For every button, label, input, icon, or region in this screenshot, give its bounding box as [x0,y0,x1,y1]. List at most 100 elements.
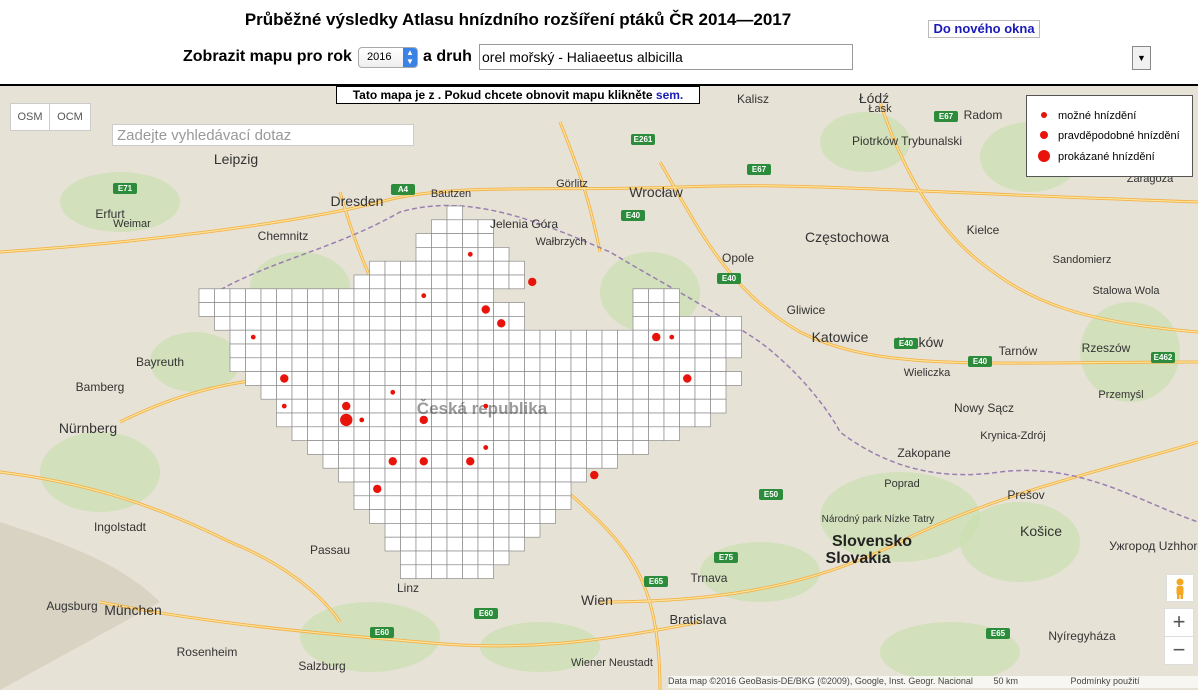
grid-cell [663,357,680,372]
grid-cell [524,385,541,400]
grid-cell [446,205,463,221]
grid-cell [384,316,401,331]
grid-cell [229,288,246,303]
city-label: Częstochowa [805,229,889,245]
map-notice: Tato mapa je z . Pokud chcete obnovit ma… [336,86,700,104]
map-canvas[interactable]: Leipzig Dresden Chemnitz Erfurt Weimar Bautze… [0,84,1198,690]
grid-cell [431,260,448,276]
legend-label: prokázané hnízdění [1058,151,1155,163]
grid-cell [710,398,727,414]
grid-cell [446,274,463,290]
forest-area [40,432,160,512]
city-label: Ingolstadt [94,520,147,534]
grid-cell [462,550,479,566]
grid-cell [663,302,680,317]
grid-cell [431,495,448,510]
grid-cell [462,536,479,552]
grid-cell [415,329,432,345]
search-input[interactable]: Zadejte vyhledávací dotaz [112,124,414,146]
grid-cell [322,440,339,455]
grid-cell [400,398,417,414]
stepper-icon: ▲ ▼ [403,48,417,67]
grid-cell [384,536,401,552]
grid-cell [601,398,618,414]
grid-cell [493,495,510,510]
grid-cell [493,385,510,400]
grid-cell [353,288,370,303]
city-label: Košice [1020,523,1062,539]
observation-dot [388,457,397,466]
grid-cell [539,329,556,345]
grid-cell [322,398,339,414]
grid-cell [307,385,324,400]
grid-cell [446,385,463,400]
species-select[interactable]: orel mořský - Haliaeetus albicilla ▼ [479,44,1151,70]
grid-cell [663,288,680,303]
year-select[interactable]: 2016 ▲ ▼ [358,47,418,68]
grid-cell [338,454,355,469]
grid-cell [415,523,432,538]
grid-cell [369,509,386,524]
year-select-value: 2016 [367,51,392,63]
grid-cell [446,247,463,262]
observation-dot [419,457,428,466]
zoom-in-button[interactable]: + [1164,608,1194,637]
grid-cell [431,481,448,497]
grid-cell [446,564,463,579]
grid-cell [431,536,448,552]
grid-cell [477,523,494,538]
grid-cell [369,260,386,276]
refresh-map-link[interactable]: sem. [656,88,683,102]
grid-cell [462,385,479,400]
map-legend: možné hnízdění pravděpodobné hnízdění pr… [1026,95,1193,177]
new-window-button[interactable]: Do nového okna [928,20,1040,38]
grid-cell [632,316,649,331]
grid-cell [229,329,246,345]
observation-dot [483,445,489,450]
grid-cell [570,329,587,345]
grid-cell [477,467,494,483]
grid-cell [493,247,510,262]
grid-cell [431,329,448,345]
terms-link[interactable]: Podmínky použití [1070,676,1139,686]
observation-dot [652,332,661,342]
grid-cell [694,385,711,400]
city-label: Trnava [691,571,728,585]
grid-cell [508,440,525,455]
zoom-out-button[interactable]: − [1164,636,1194,665]
grid-cell [338,467,355,483]
grid-cell [431,426,448,441]
grid-cell [415,371,432,386]
grid-cell [617,440,634,455]
grid-cell [260,316,277,331]
road-shield-label: E40 [899,339,914,348]
grid-cell [276,288,293,303]
chevron-down-icon[interactable]: ▼ [1132,46,1151,70]
grid-cell [570,454,587,469]
grid-cell [338,316,355,331]
grid-cell [462,260,479,276]
grid-cell [400,260,417,276]
grid-cell [307,316,324,331]
grid-cell [694,371,711,386]
grid-cell [570,440,587,455]
grid-cell [431,550,448,566]
city-label: Poprad [884,478,919,490]
grid-cell [617,357,634,372]
grid-cell [322,385,339,400]
grid-cell [431,247,448,262]
city-label: Radom [964,108,1003,122]
pegman-icon[interactable] [1166,574,1194,602]
grid-cell [586,357,603,372]
grid-cell [679,316,696,331]
observation-dot [483,403,489,409]
maptype-osm[interactable]: OSM [10,103,50,131]
city-label: Linz [397,581,419,595]
grid-cell [322,302,339,317]
grid-cell [586,440,603,455]
grid-cell [632,385,649,400]
observation-dot [466,457,475,466]
observation-dot [481,305,490,314]
grid-cell [710,385,727,400]
maptype-ocm[interactable]: OCM [49,103,91,131]
